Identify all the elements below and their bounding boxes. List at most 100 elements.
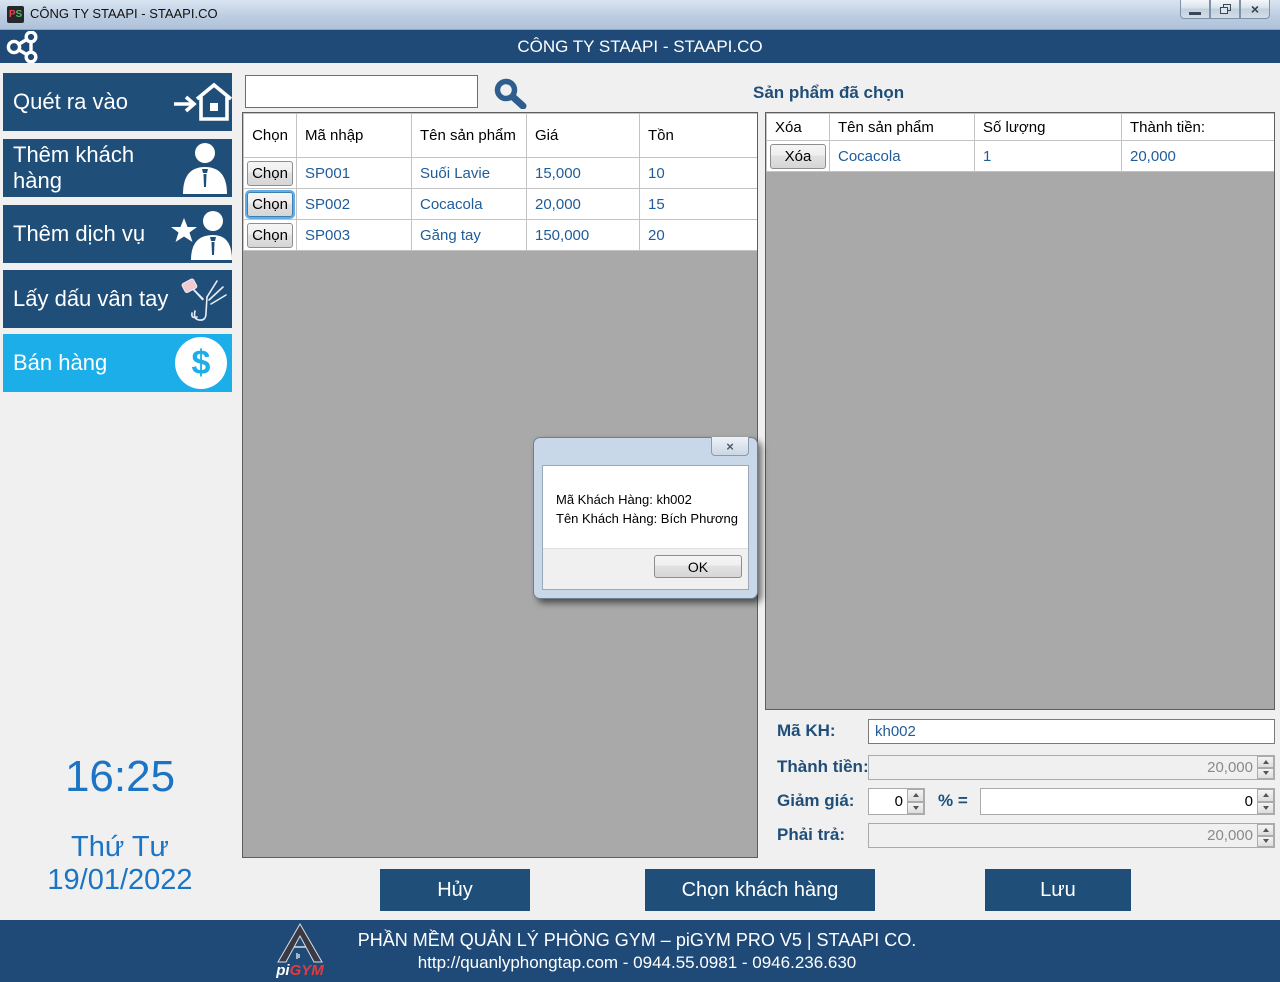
product-price: 150,000 [527,220,640,251]
window-title: CÔNG TY STAAPI - STAAPI.CO [30,6,218,21]
product-name: Găng tay [412,220,527,251]
sidebar-item-lay-dau-van-tay[interactable]: Lấy dấu vân tay [3,270,232,328]
product-code: SP001 [297,158,412,189]
restore-button[interactable] [1210,0,1240,19]
products-header-row: Chọn Mã nhập Tên sản phẩm Giá Tồn [244,114,759,158]
select-product-button[interactable]: Chọn [247,192,293,217]
spin-down-icon[interactable] [1257,802,1274,815]
customer-name-line: Tên Khách Hàng: Bích Phương [556,509,738,528]
subtotal-field [868,755,1275,780]
payable-field [868,823,1275,848]
customer-code-label: Mã KH: [777,721,836,741]
spin-up-icon[interactable] [1257,756,1274,768]
product-price: 20,000 [527,189,640,220]
sidebar-item-ban-hang[interactable]: Bán hàng $ [3,334,232,392]
percent-equals-label: % = [938,791,968,811]
person-icon [170,142,232,194]
app-icon: PS [7,6,24,23]
cancel-button[interactable]: Hủy [380,869,530,911]
customer-code-line: Mã Khách Hàng: kh002 [556,490,738,509]
col-ten-san-pham: Tên sản phẩm [830,114,975,141]
ok-button[interactable]: OK [654,555,742,578]
dialog-close-button[interactable]: × [711,437,749,456]
restore-icon [1220,4,1231,14]
clock-weekday: Thứ Tư [0,831,240,864]
table-row: Chọn SP002 Cocacola 20,000 15 [244,189,759,220]
col-ten-san-pham: Tên sản phẩm [412,114,527,158]
choose-customer-button[interactable]: Chọn khách hàng [645,869,875,911]
sidebar-item-them-khach-hang[interactable]: Thêm khách hàng [3,139,232,197]
discount-amount-spinner[interactable] [1257,789,1274,814]
payable-label: Phải trả: [777,825,845,845]
app-window: PS CÔNG TY STAAPI - STAAPI.CO × CÔNG TY … [0,0,1280,982]
search-input[interactable] [245,75,478,108]
discount-amount-field[interactable] [980,788,1275,815]
customer-code-field[interactable] [868,719,1275,744]
close-icon: × [726,439,734,454]
window-controls: × [1180,0,1270,19]
star-person-icon [170,208,232,260]
spin-up-icon[interactable] [1257,824,1274,836]
col-chon: Chọn [244,114,297,158]
discount-percent-spinner[interactable] [907,789,924,814]
save-button[interactable]: Lưu [985,869,1131,911]
spin-down-icon[interactable] [907,802,924,815]
footer: piGYM PHẦN MỀM QUẢN LÝ PHÒNG GYM – piGYM… [0,920,1280,982]
spin-down-icon[interactable] [1257,836,1274,848]
selected-name: Cocacola [830,141,975,172]
col-ton: Tồn [640,114,759,158]
app-header: CÔNG TY STAAPI - STAAPI.CO [0,30,1280,63]
dialog-message: Mã Khách Hàng: kh002 Tên Khách Hàng: Bíc… [556,490,738,528]
col-xoa: Xóa [767,114,830,141]
clock-date: 19/01/2022 [0,864,240,897]
footer-line2: http://quanlyphongtap.com - 0944.55.0981… [0,953,1274,973]
dialog-body: Mã Khách Hàng: kh002 Tên Khách Hàng: Bíc… [542,465,749,590]
table-row: Chọn SP003 Găng tay 150,000 20 [244,220,759,251]
product-stock: 15 [640,189,759,220]
minimize-icon [1189,12,1201,15]
spin-up-icon[interactable] [1257,789,1274,802]
selected-products-grid: Xóa Tên sản phẩm Số lượng Thành tiền: Xó… [765,112,1275,710]
subtotal-spinner[interactable] [1257,756,1274,779]
footer-line1: PHẦN MỀM QUẢN LÝ PHÒNG GYM – piGYM PRO V… [0,930,1274,951]
sidebar-item-quet-ra-vao[interactable]: Quét ra vào [3,73,232,131]
window-titlebar: PS CÔNG TY STAAPI - STAAPI.CO × [0,0,1280,30]
col-gia: Giá [527,114,640,158]
fingerprint-hand-icon [170,273,232,325]
product-name: Suối Lavie [412,158,527,189]
minimize-button[interactable] [1180,0,1210,19]
spin-up-icon[interactable] [907,789,924,802]
close-button[interactable]: × [1240,0,1270,19]
select-product-button[interactable]: Chọn [247,161,293,186]
product-code: SP002 [297,189,412,220]
col-ma-nhap: Mã nhập [297,114,412,158]
selected-total: 20,000 [1122,141,1276,172]
product-name: Cocacola [412,189,527,220]
discount-percent-field[interactable] [868,788,925,815]
dollar-icon: $ [170,337,232,389]
subtotal-label: Thành tiền: [777,757,869,777]
selected-qty: 1 [975,141,1122,172]
customer-info-dialog: × Mã Khách Hàng: kh002 Tên Khách Hàng: B… [533,437,758,599]
table-row: Chọn SP001 Suối Lavie 15,000 10 [244,158,759,189]
selected-products-title: Sản phẩm đã chọn [753,83,904,103]
select-product-button[interactable]: Chọn [247,223,293,248]
payable-spinner[interactable] [1257,824,1274,847]
search-icon[interactable] [492,77,528,109]
close-icon: × [1251,2,1259,16]
sidebar-item-them-dich-vu[interactable]: Thêm dịch vụ [3,205,232,263]
product-stock: 20 [640,220,759,251]
clock-time: 16:25 [0,752,240,802]
page-title: CÔNG TY STAAPI - STAAPI.CO [0,37,1280,57]
spin-down-icon[interactable] [1257,768,1274,780]
product-stock: 10 [640,158,759,189]
product-price: 15,000 [527,158,640,189]
product-code: SP003 [297,220,412,251]
discount-label: Giảm giá: [777,791,854,811]
home-arrow-icon [170,77,232,127]
col-so-luong: Số lượng [975,114,1122,141]
delete-item-button[interactable]: Xóa [770,144,826,169]
dialog-footer: OK [543,548,748,589]
col-thanh-tien: Thành tiền: [1122,114,1276,141]
table-row: Xóa Cocacola 1 20,000 [767,141,1276,172]
